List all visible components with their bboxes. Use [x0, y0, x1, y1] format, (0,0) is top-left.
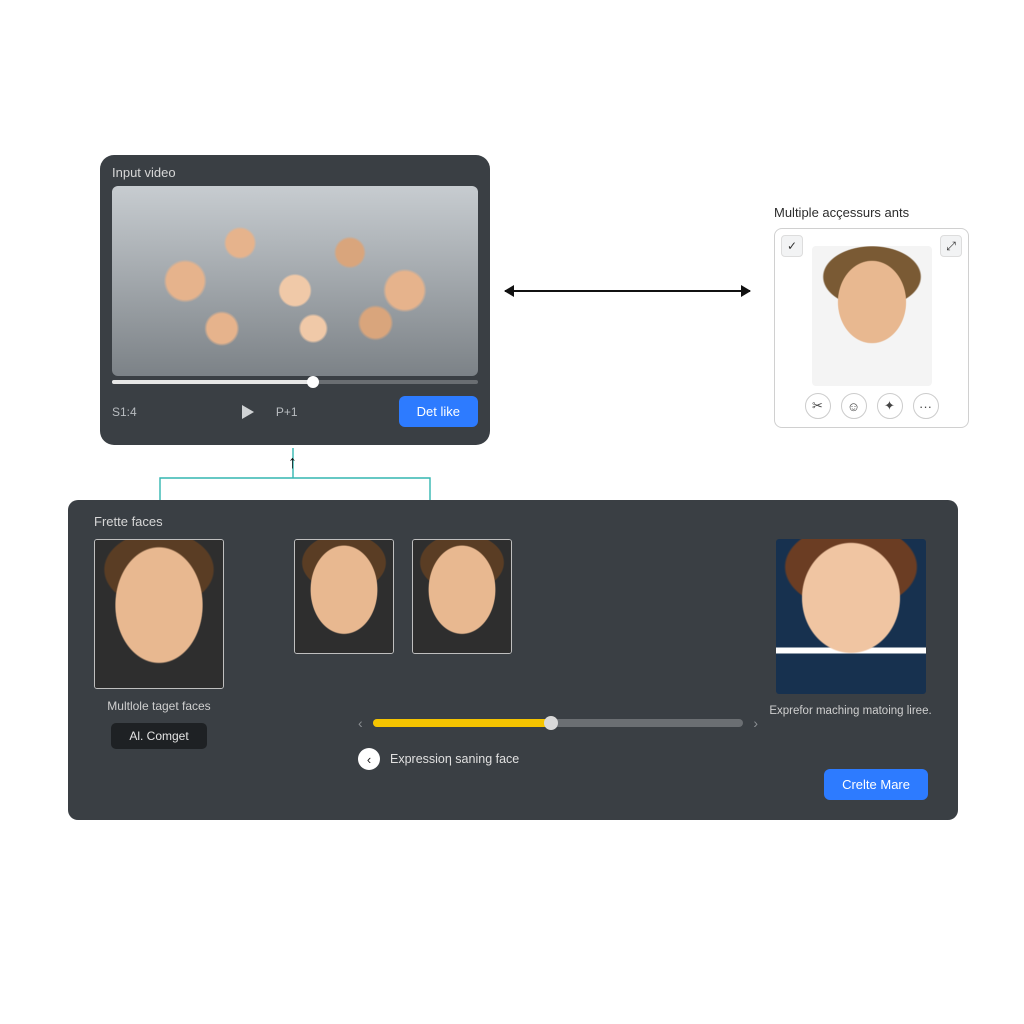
face-placeholder: [295, 540, 393, 653]
output-column: Exprefor maching matoing liree.: [763, 539, 938, 719]
arrow-up-icon: ↑: [288, 452, 297, 473]
play-button[interactable]: [238, 402, 258, 422]
create-button[interactable]: Crelte Mare: [824, 769, 928, 800]
video-secondary-label: P+1: [276, 405, 298, 419]
faces-panel: Frette faces Multlole taget faces Al. Co…: [68, 500, 958, 820]
expand-icon[interactable]: ⤢: [940, 235, 962, 257]
tool-scissors-icon[interactable]: ✂: [805, 393, 831, 419]
candidate-face-2[interactable]: [412, 539, 512, 654]
accessories-title: Multiple acçessurs ants: [774, 205, 969, 220]
confirm-icon[interactable]: ✓: [781, 235, 803, 257]
accessories-frame: ✓ ⤢ ✂ ☺ ✦ ···: [774, 228, 969, 428]
expression-label-row: ‹ Expressioη saning face: [358, 748, 519, 770]
target-action-button[interactable]: Al. Comget: [111, 723, 206, 749]
output-face-thumb[interactable]: [776, 539, 926, 694]
face-placeholder: [95, 540, 223, 688]
slider-next-icon[interactable]: ›: [753, 715, 758, 731]
expression-slider[interactable]: [373, 719, 744, 727]
face-placeholder: [413, 540, 511, 653]
output-face-placeholder: [776, 539, 926, 694]
target-face-thumb[interactable]: [94, 539, 224, 689]
tool-sparkle-icon[interactable]: ✦: [877, 393, 903, 419]
expression-slider-thumb[interactable]: [544, 716, 558, 730]
candidate-faces: [294, 539, 512, 654]
accessories-card: Multiple acçessurs ants ✓ ⤢ ✂ ☺ ✦ ···: [774, 205, 969, 428]
accessories-toolbar: ✂ ☺ ✦ ···: [775, 393, 968, 419]
input-video-title: Input video: [112, 165, 478, 180]
bidirectional-arrow: [505, 290, 750, 292]
expression-step-icon[interactable]: ‹: [358, 748, 380, 770]
tool-more-icon[interactable]: ···: [913, 393, 939, 419]
video-time-label: S1:4: [112, 405, 137, 419]
accessory-portrait: [812, 246, 932, 386]
slider-prev-icon[interactable]: ‹: [358, 715, 363, 731]
video-frame[interactable]: [112, 186, 478, 376]
tool-face-icon[interactable]: ☺: [841, 393, 867, 419]
output-label: Exprefor maching matoing liree.: [769, 704, 931, 719]
target-face-column: Multlole taget faces Al. Comget: [94, 539, 224, 749]
candidate-face-1[interactable]: [294, 539, 394, 654]
faces-panel-title: Frette faces: [94, 514, 938, 529]
target-faces-label: Multlole taget faces: [107, 699, 210, 713]
expression-label: Expressioη saning face: [390, 752, 519, 766]
expression-slider-fill: [373, 719, 551, 727]
seekbar-played: [112, 380, 313, 384]
video-seekbar[interactable]: [112, 380, 478, 384]
video-controls-row: S1:4 P+1 Det like: [112, 396, 478, 427]
input-video-panel: Input video S1:4 P+1 Det like: [100, 155, 490, 445]
seekbar-thumb[interactable]: [307, 376, 319, 388]
detect-button[interactable]: Det like: [399, 396, 478, 427]
expression-slider-row: ‹ ›: [358, 715, 758, 731]
group-photo-placeholder: [112, 186, 478, 376]
